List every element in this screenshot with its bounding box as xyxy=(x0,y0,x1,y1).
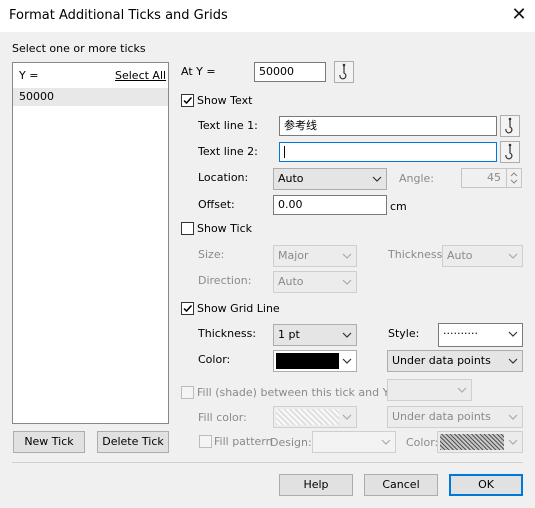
dropper-hook-icon xyxy=(505,143,513,160)
chevron-down-icon xyxy=(508,358,518,364)
fill-color-select[interactable] xyxy=(273,406,357,428)
grid-thickness-label: Thickness: xyxy=(198,327,257,340)
grid-color-swatch xyxy=(276,353,339,369)
grid-style-label: Style: xyxy=(388,327,420,340)
fill-label: Fill (shade) between this tick and Y = xyxy=(197,386,403,399)
tick-direction-value: Auto xyxy=(278,275,304,288)
offset-input[interactable]: 0.00 xyxy=(273,195,387,215)
ticks-column-label: Y = xyxy=(19,69,39,82)
delete-tick-button[interactable]: Delete Tick xyxy=(97,431,169,453)
tick-size-select[interactable]: Major xyxy=(273,245,357,267)
chevron-down-icon xyxy=(457,387,467,393)
show-grid-line-label: Show Grid Line xyxy=(197,302,280,315)
fill-color-label: Fill color: xyxy=(198,411,247,424)
pattern-color-select[interactable] xyxy=(437,431,523,453)
text-line-2-picker-button[interactable] xyxy=(500,141,520,163)
location-select[interactable]: Auto xyxy=(273,168,387,190)
help-button[interactable]: Help xyxy=(279,474,353,496)
chevron-down-icon xyxy=(372,176,382,182)
grid-thickness-value: 1 pt xyxy=(278,328,300,341)
at-y-input[interactable]: 50000 xyxy=(254,62,326,82)
show-text-checkbox[interactable] xyxy=(181,94,194,107)
location-label: Location: xyxy=(198,171,249,184)
tick-thickness-select[interactable]: Auto xyxy=(442,245,523,267)
ok-button[interactable]: OK xyxy=(449,474,523,496)
design-label: Design: xyxy=(270,436,312,449)
chevron-down-icon xyxy=(342,279,352,285)
fill-layer-value: Under data points xyxy=(392,410,491,423)
show-text-label: Show Text xyxy=(197,94,253,107)
fill-layer-select[interactable]: Under data points xyxy=(387,406,523,428)
ticks-heading: Select one or more ticks xyxy=(12,42,146,55)
at-y-picker-button[interactable] xyxy=(334,61,354,83)
select-all-link[interactable]: Select All xyxy=(115,68,166,84)
cancel-button[interactable]: Cancel xyxy=(364,474,438,496)
spin-arrows-icon xyxy=(510,172,518,184)
tick-thickness-value: Auto xyxy=(447,249,473,262)
text-cursor xyxy=(284,146,285,158)
chevron-down-icon xyxy=(342,414,352,420)
chevron-down-icon xyxy=(342,332,352,338)
angle-label: Angle: xyxy=(399,172,435,185)
tick-direction-select[interactable]: Auto xyxy=(273,271,357,293)
location-value: Auto xyxy=(278,172,304,185)
grid-layer-value: Under data points xyxy=(392,354,491,367)
pattern-color-swatch xyxy=(440,434,504,450)
fill-color-swatch xyxy=(276,409,339,425)
dropper-hook-icon xyxy=(339,63,347,80)
tick-thickness-label: Thickness: xyxy=(388,248,447,261)
grid-thickness-select[interactable]: 1 pt xyxy=(273,324,357,346)
chevron-down-icon xyxy=(508,253,518,259)
close-icon[interactable]: ✕ xyxy=(508,4,530,26)
tick-size-label: Size: xyxy=(198,248,225,261)
chevron-down-icon xyxy=(342,253,352,259)
grid-color-select[interactable] xyxy=(273,350,357,372)
tick-list-item[interactable]: 50000 xyxy=(13,88,168,106)
chevron-down-icon xyxy=(381,439,391,445)
chevron-down-icon xyxy=(508,414,518,420)
tick-direction-label: Direction: xyxy=(198,274,252,287)
fill-pattern-label: Fill pattern xyxy=(214,435,273,448)
design-select[interactable] xyxy=(312,431,396,453)
grid-style-select[interactable]: ·········· xyxy=(438,323,523,347)
fill-pattern-checkbox[interactable] xyxy=(199,435,212,448)
fill-y-select[interactable] xyxy=(387,379,472,401)
checkmark-icon xyxy=(183,304,193,313)
show-tick-label: Show Tick xyxy=(197,222,253,235)
offset-label: Offset: xyxy=(198,198,235,211)
show-tick-checkbox[interactable] xyxy=(181,222,194,235)
checkmark-icon xyxy=(183,96,193,105)
dropper-hook-icon xyxy=(505,117,513,134)
footer-separator xyxy=(12,462,523,463)
grid-style-value: ·········· xyxy=(443,327,478,340)
text-line-2-input[interactable] xyxy=(279,142,497,162)
dialog-title: Format Additional Ticks and Grids xyxy=(9,8,228,23)
grid-color-label: Color: xyxy=(198,353,231,366)
angle-spinner[interactable] xyxy=(506,168,520,188)
fill-checkbox[interactable] xyxy=(181,386,194,399)
new-tick-button[interactable]: New Tick xyxy=(13,431,85,453)
pattern-color-label: Color: xyxy=(406,436,439,449)
text-line-1-picker-button[interactable] xyxy=(500,115,520,137)
chevron-down-icon xyxy=(508,331,518,337)
chevron-down-icon xyxy=(508,439,518,445)
offset-unit: cm xyxy=(390,200,407,213)
at-y-label: At Y = xyxy=(181,65,216,78)
text-line-1-input[interactable]: 参考线 xyxy=(279,116,497,136)
text-line-2-label: Text line 2: xyxy=(198,145,258,158)
tick-size-value: Major xyxy=(278,249,309,262)
show-grid-line-checkbox[interactable] xyxy=(181,302,194,315)
grid-layer-select[interactable]: Under data points xyxy=(387,350,523,372)
text-line-1-label: Text line 1: xyxy=(198,119,258,132)
ticks-listbox[interactable] xyxy=(12,62,169,424)
chevron-down-icon xyxy=(342,358,352,364)
